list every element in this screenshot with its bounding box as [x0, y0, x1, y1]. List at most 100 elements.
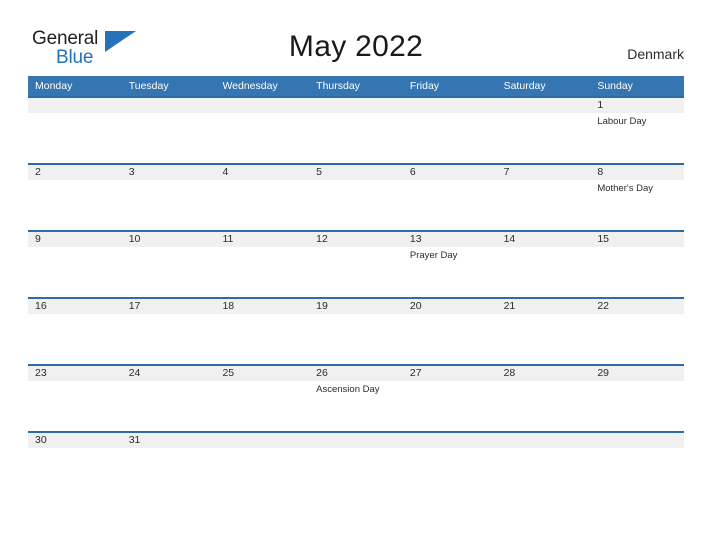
- day-number[interactable]: [215, 98, 309, 113]
- weekday-header-wednesday: Wednesday: [222, 80, 278, 92]
- day-number[interactable]: [309, 433, 403, 448]
- day-number[interactable]: 10: [122, 232, 216, 247]
- day-event: [122, 113, 216, 163]
- page-header: General Blue May 2022 Denmark: [0, 0, 712, 76]
- day-event: Mother's Day: [597, 183, 653, 194]
- weekday-header-tuesday: Tuesday: [128, 80, 169, 92]
- day-number[interactable]: 1: [590, 98, 684, 113]
- day-number[interactable]: 12: [309, 232, 403, 247]
- day-number[interactable]: [309, 98, 403, 113]
- day-number[interactable]: 17: [122, 299, 216, 314]
- day-number[interactable]: [497, 98, 591, 113]
- week-numbers-band: 9 10 11 12 13 14 15: [28, 232, 684, 247]
- day-event: [497, 113, 591, 163]
- day-number[interactable]: 5: [309, 165, 403, 180]
- day-number[interactable]: 24: [122, 366, 216, 381]
- day-number[interactable]: [215, 433, 309, 448]
- week-numbers-band: 23 24 25 26 27 28 29: [28, 366, 684, 381]
- day-number[interactable]: [590, 433, 684, 448]
- day-event: [309, 314, 403, 364]
- day-event: [403, 381, 497, 431]
- week-row: 9 10 11 12 13 14 15 Prayer Day: [28, 230, 684, 297]
- week-numbers-band: 16 17 18 19 20 21 22: [28, 299, 684, 314]
- day-number[interactable]: 26: [309, 366, 403, 381]
- weekday-header-saturday: Saturday: [503, 80, 546, 92]
- day-number[interactable]: 19: [309, 299, 403, 314]
- week-events-band: [28, 448, 684, 466]
- day-number[interactable]: 22: [590, 299, 684, 314]
- day-event: [215, 247, 309, 297]
- day-number[interactable]: [403, 433, 497, 448]
- day-number[interactable]: 4: [215, 165, 309, 180]
- day-event: [590, 314, 684, 364]
- calendar-grid: Monday Tuesday Wednesday Thursday Friday…: [28, 76, 684, 466]
- week-numbers-band: 1: [28, 98, 684, 113]
- day-number[interactable]: [403, 98, 497, 113]
- day-number[interactable]: [497, 433, 591, 448]
- day-number[interactable]: 29: [590, 366, 684, 381]
- day-number[interactable]: 31: [122, 433, 216, 448]
- day-number[interactable]: 6: [403, 165, 497, 180]
- day-event: [28, 314, 122, 364]
- day-number[interactable]: 21: [497, 299, 591, 314]
- week-row: 2 3 4 5 6 7 8 Mother's Day: [28, 163, 684, 230]
- day-number[interactable]: 2: [28, 165, 122, 180]
- week-events-band: Mother's Day: [28, 180, 684, 230]
- day-number[interactable]: 27: [403, 366, 497, 381]
- day-number[interactable]: [122, 98, 216, 113]
- country-label: Denmark: [627, 46, 684, 62]
- day-event: [497, 247, 591, 297]
- day-number[interactable]: 23: [28, 366, 122, 381]
- day-event: [497, 448, 591, 466]
- day-number[interactable]: 16: [28, 299, 122, 314]
- day-event: [28, 448, 122, 466]
- day-number[interactable]: 28: [497, 366, 591, 381]
- day-number[interactable]: 18: [215, 299, 309, 314]
- day-number[interactable]: 14: [497, 232, 591, 247]
- day-event: Ascension Day: [316, 384, 380, 395]
- day-number[interactable]: [28, 98, 122, 113]
- weekday-header-thursday: Thursday: [316, 80, 360, 92]
- calendar-page: General Blue May 2022 Denmark Monday Tue…: [0, 0, 712, 550]
- day-event: [122, 381, 216, 431]
- day-event: [28, 381, 122, 431]
- week-events-band: [28, 314, 684, 364]
- day-event: Labour Day: [597, 116, 647, 127]
- week-row: 23 24 25 26 27 28 29 Ascension Day: [28, 364, 684, 431]
- week-numbers-band: 2 3 4 5 6 7 8: [28, 165, 684, 180]
- day-event: [590, 247, 684, 297]
- day-event: [122, 180, 216, 230]
- day-event: [497, 314, 591, 364]
- day-number[interactable]: 8: [590, 165, 684, 180]
- day-event: [28, 247, 122, 297]
- day-event: [215, 448, 309, 466]
- day-event: [28, 180, 122, 230]
- day-event: [215, 180, 309, 230]
- day-event: Prayer Day: [409, 250, 458, 261]
- day-event: [122, 314, 216, 364]
- day-event: [403, 113, 497, 163]
- weekday-header-sunday: Sunday: [597, 80, 633, 92]
- day-event: [403, 180, 497, 230]
- day-number[interactable]: 13: [403, 232, 497, 247]
- page-title: May 2022: [288, 30, 424, 63]
- day-number[interactable]: 25: [215, 366, 309, 381]
- day-number[interactable]: 20: [403, 299, 497, 314]
- day-number[interactable]: 15: [590, 232, 684, 247]
- week-events-band: Labour Day: [28, 113, 684, 163]
- day-event: [215, 113, 309, 163]
- day-number[interactable]: 7: [497, 165, 591, 180]
- day-event: [497, 381, 591, 431]
- week-row: 30 31: [28, 431, 684, 466]
- day-event: [497, 180, 591, 230]
- day-event: [309, 448, 403, 466]
- day-number[interactable]: 3: [122, 165, 216, 180]
- day-event: [590, 381, 684, 431]
- week-events-band: Prayer Day: [28, 247, 684, 297]
- day-event: [403, 448, 497, 466]
- week-row: 1 Labour Day: [28, 96, 684, 163]
- day-number[interactable]: 30: [28, 433, 122, 448]
- day-number[interactable]: 11: [215, 232, 309, 247]
- day-number[interactable]: 9: [28, 232, 122, 247]
- week-numbers-band: 30 31: [28, 433, 684, 448]
